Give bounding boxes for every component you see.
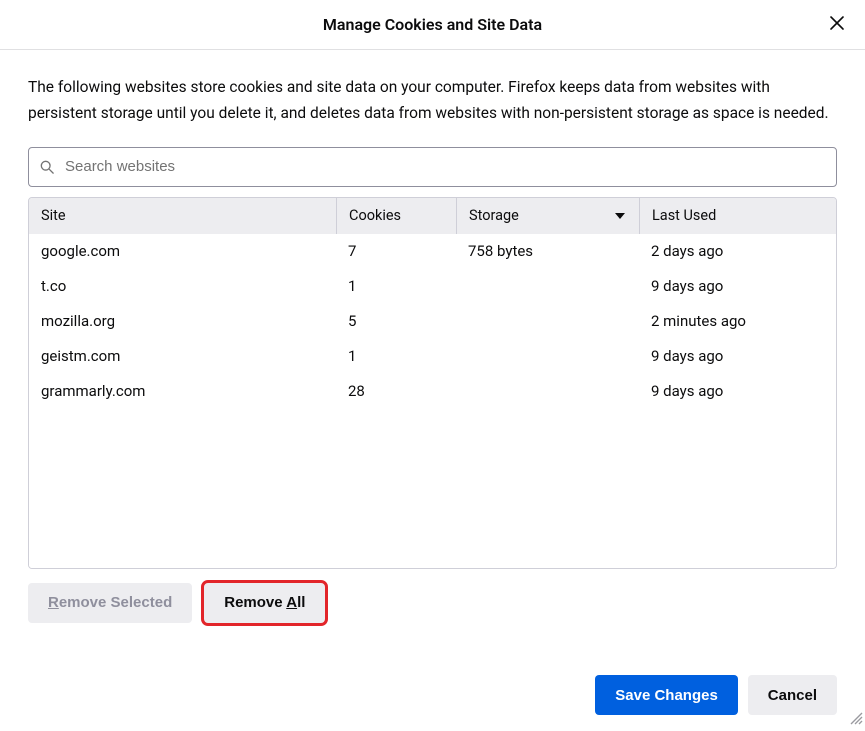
search-field-wrap [28,147,837,187]
cell-site: grammarly.com [29,382,336,400]
cell-last-used: 9 days ago [639,382,836,400]
dialog-title: Manage Cookies and Site Data [323,15,542,34]
mnemonic: R [48,594,59,611]
cell-last-used: 2 minutes ago [639,312,836,330]
cell-cookies: 7 [336,242,456,260]
table-row[interactable]: geistm.com1 9 days ago [29,339,836,374]
action-row: Remove Selected Remove All [28,583,837,623]
table-body: google.com7758 bytes2 days agot.co19 day… [29,234,836,568]
cell-cookies: 1 [336,277,456,295]
titlebar: Manage Cookies and Site Data [0,0,865,50]
column-header-storage[interactable]: Storage [456,198,639,234]
sort-indicator-desc-icon [615,213,625,219]
cell-last-used: 9 days ago [639,347,836,365]
cell-last-used: 9 days ago [639,277,836,295]
mnemonic: A [286,594,297,611]
cell-cookies: 28 [336,382,456,400]
column-label: Last Used [652,207,716,224]
close-button[interactable] [825,13,849,37]
remove-all-button[interactable]: Remove All [204,583,325,623]
cell-site: geistm.com [29,347,336,365]
column-label: Site [41,207,66,224]
description-text: The following websites store cookies and… [28,74,837,127]
label-prefix: Remove [224,594,286,611]
dialog-content: The following websites store cookies and… [0,50,865,623]
table-row[interactable]: mozilla.org5 2 minutes ago [29,304,836,339]
column-label: Storage [469,207,519,224]
search-input[interactable] [28,147,837,187]
table-row[interactable]: google.com7758 bytes2 days ago [29,234,836,269]
table-row[interactable]: t.co1 9 days ago [29,269,836,304]
column-label: Cookies [349,207,401,224]
cell-storage: 758 bytes [456,242,639,260]
column-header-last-used[interactable]: Last Used [639,198,836,234]
close-icon [829,15,845,34]
label-rest: ll [297,594,305,611]
cell-cookies: 1 [336,347,456,365]
table-header: Site Cookies Storage Last Used [29,198,836,234]
cell-site: t.co [29,277,336,295]
dialog-footer: Save Changes Cancel [595,675,837,715]
resize-grip-icon[interactable] [847,709,863,729]
column-header-site[interactable]: Site [29,198,336,234]
sites-table: Site Cookies Storage Last Used google.co… [28,197,837,569]
cell-cookies: 5 [336,312,456,330]
label-rest: emove Selected [59,594,172,611]
table-row[interactable]: grammarly.com28 9 days ago [29,374,836,409]
cancel-button[interactable]: Cancel [748,675,837,715]
column-header-cookies[interactable]: Cookies [336,198,456,234]
save-changes-button[interactable]: Save Changes [595,675,738,715]
cell-site: mozilla.org [29,312,336,330]
cell-site: google.com [29,242,336,260]
remove-selected-button[interactable]: Remove Selected [28,583,192,623]
cell-last-used: 2 days ago [639,242,836,260]
